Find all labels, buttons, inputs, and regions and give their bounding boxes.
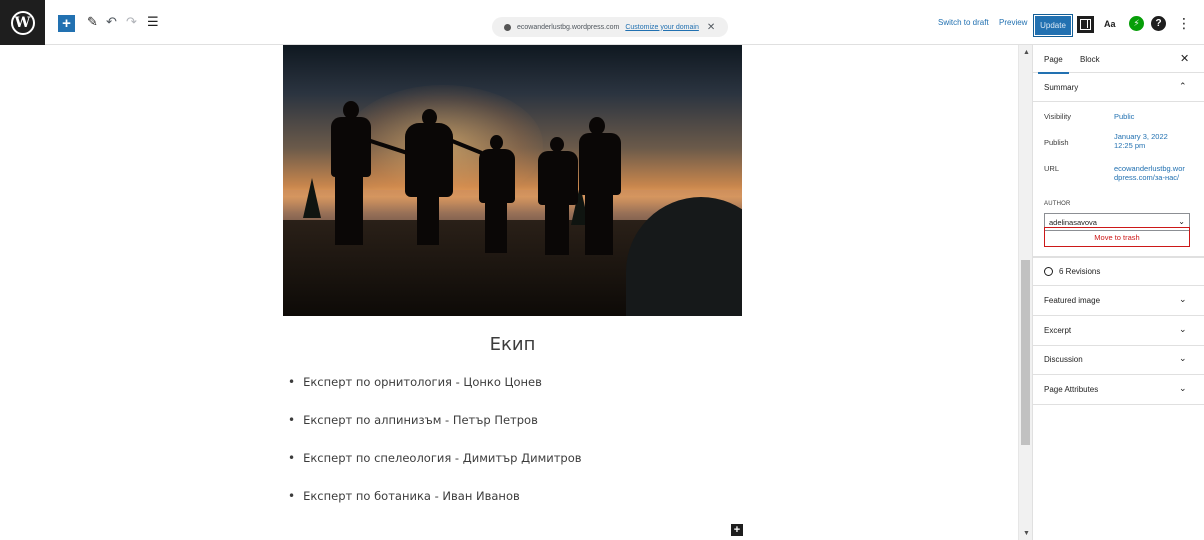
publish-label: Publish (1044, 138, 1069, 147)
block-inserter-button[interactable]: + (731, 524, 743, 536)
list-item[interactable]: Експерт по орнитология - Цонко Цонев (288, 375, 582, 413)
visibility-label: Visibility (1044, 112, 1071, 121)
person-legs (417, 195, 439, 245)
person-silhouette (579, 133, 621, 195)
chevron-down-icon: ⌄ (1178, 217, 1185, 226)
person-silhouette (538, 151, 578, 205)
person-head (490, 135, 503, 150)
revisions-link[interactable]: 6 Revisions (1033, 256, 1204, 286)
list-item[interactable]: Експерт по спелеология - Димитър Димитро… (288, 451, 581, 489)
wordpress-logo-button[interactable]: W (0, 0, 45, 45)
chevron-down-icon: ⌄ (1179, 294, 1187, 304)
publish-date-line1[interactable]: January 3, 2022 (1114, 132, 1168, 141)
excerpt-label: Excerpt (1044, 326, 1072, 335)
update-button[interactable]: Update (1033, 14, 1073, 37)
list-item[interactable]: Експерт по алпинизъм - Петър Петров (288, 413, 582, 451)
page-attributes-panel[interactable]: Page Attributes ⌄ (1033, 375, 1204, 405)
chevron-down-icon: ⌄ (1179, 353, 1187, 363)
tab-block[interactable]: Block (1080, 55, 1100, 64)
url-value-line1[interactable]: ecowanderlustbg.wor (1114, 164, 1185, 173)
site-domain: ecowanderlustbg.wordpress.com (517, 23, 620, 31)
excerpt-panel[interactable]: Excerpt ⌄ (1033, 316, 1204, 346)
person-legs (585, 193, 613, 255)
canvas-scrollbar[interactable]: ▲ ▼ (1018, 45, 1032, 540)
summary-title: Summary (1044, 83, 1079, 92)
site-url-bar[interactable]: ecowanderlustbg.wordpress.com Customize … (492, 17, 728, 37)
preview-button[interactable]: Preview (999, 18, 1027, 27)
author-label: AUTHOR (1044, 201, 1071, 207)
revisions-label: 6 Revisions (1059, 267, 1101, 276)
list-item[interactable]: Експерт по ботаника - Иван Иванов (288, 489, 582, 527)
discussion-panel[interactable]: Discussion ⌄ (1033, 345, 1204, 375)
scroll-down-icon[interactable]: ▼ (1023, 530, 1030, 537)
revisions-clock-icon (1044, 267, 1053, 276)
tab-page[interactable]: Page (1038, 55, 1069, 74)
editor-toolbar: W + ✎ ↶ ↷ ☰ ecowanderlustbg.wordpress.co… (0, 0, 1204, 45)
help-icon[interactable]: ? (1151, 16, 1166, 31)
person-silhouette (405, 123, 453, 197)
chevron-up-icon: ⌃ (1179, 81, 1187, 91)
featured-image-panel[interactable]: Featured image ⌄ (1033, 286, 1204, 316)
sidebar-toggle-icon (1080, 19, 1091, 30)
team-list[interactable]: Експерт по орнитология - Цонко Цонев Екс… (288, 375, 582, 527)
url-value-line2[interactable]: dpress.com/за-нас/ (1114, 173, 1179, 182)
url-label: URL (1044, 164, 1060, 173)
styles-icon[interactable]: Aa (1104, 19, 1116, 29)
customize-domain-link[interactable]: Customize your domain (625, 24, 699, 31)
summary-panel-header[interactable]: Summary ⌃ (1033, 73, 1204, 102)
jetpack-icon[interactable]: ⚡ (1129, 16, 1144, 31)
sidebar-tabs: Page Block ✕ (1033, 45, 1204, 74)
more-options-icon[interactable]: ⋮ (1177, 15, 1191, 32)
person-silhouette (479, 149, 515, 203)
person-legs (485, 201, 507, 253)
featured-image-label: Featured image (1044, 296, 1101, 305)
author-value: adelinasavova (1049, 218, 1097, 227)
settings-sidebar: Page Block ✕ Summary ⌃ Visibility Public… (1032, 45, 1204, 540)
settings-panel-toggle[interactable] (1077, 16, 1094, 33)
person-head (550, 137, 564, 152)
wordpress-logo-icon: W (10, 10, 35, 35)
chevron-down-icon: ⌄ (1179, 324, 1187, 334)
globe-icon (504, 23, 511, 31)
person-silhouette (331, 117, 371, 177)
scroll-up-icon[interactable]: ▲ (1023, 49, 1030, 56)
list-view-icon[interactable]: ☰ (147, 14, 159, 30)
editor-canvas: Екип Експерт по орнитология - Цонко Цоне… (0, 45, 1018, 540)
team-heading[interactable]: Екип (283, 334, 742, 355)
redo-icon[interactable]: ↷ (126, 14, 137, 30)
add-block-button[interactable]: + (58, 15, 75, 32)
publish-date-line2[interactable]: 12:25 pm (1114, 141, 1145, 150)
switch-to-draft-button[interactable]: Switch to draft (938, 18, 989, 27)
tree-silhouette (303, 178, 321, 218)
close-icon[interactable]: ✕ (1180, 52, 1189, 65)
page-attributes-label: Page Attributes (1044, 385, 1099, 394)
close-url-icon[interactable]: ✕ (707, 22, 715, 33)
person-legs (335, 175, 363, 245)
person-legs (545, 203, 569, 255)
move-to-trash-button[interactable]: Move to trash (1044, 227, 1190, 247)
visibility-value[interactable]: Public (1114, 112, 1134, 121)
discussion-label: Discussion (1044, 355, 1083, 364)
scrollbar-thumb[interactable] (1021, 260, 1030, 445)
hero-image[interactable] (283, 45, 742, 316)
tools-pencil-icon[interactable]: ✎ (87, 14, 98, 30)
undo-icon[interactable]: ↶ (106, 14, 117, 30)
chevron-down-icon: ⌄ (1179, 383, 1187, 393)
